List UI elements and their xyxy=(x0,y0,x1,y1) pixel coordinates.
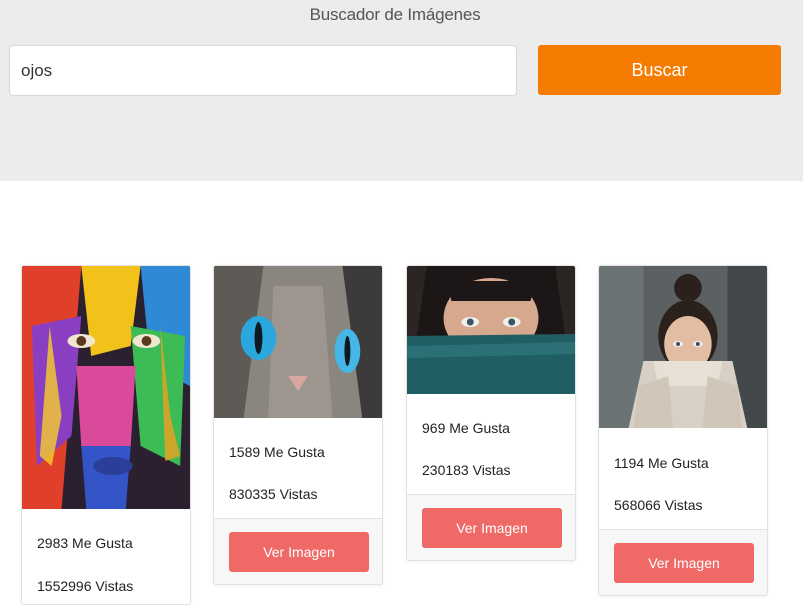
view-image-button[interactable]: Ver Imagen xyxy=(229,532,369,572)
views-count: 1552996 Vistas xyxy=(37,578,134,594)
colorful-painted-face-image xyxy=(22,266,190,509)
likes-count: 1194 Me Gusta xyxy=(614,455,709,471)
views-count: 230183 Vistas xyxy=(422,462,511,478)
search-button[interactable]: Buscar xyxy=(538,45,781,95)
likes-count: 1589 Me Gusta xyxy=(229,444,325,460)
search-input[interactable] xyxy=(9,45,517,96)
search-header: Buscador de Imágenes Buscar xyxy=(0,0,803,181)
card-footer: Ver Imagen xyxy=(214,518,382,584)
views-count: 568066 Vistas xyxy=(614,497,703,513)
app-title: Buscador de Imágenes xyxy=(309,5,481,24)
likes-count: 969 Me Gusta xyxy=(422,420,510,436)
views-count: 830335 Vistas xyxy=(229,486,318,502)
card-footer: Ver Imagen xyxy=(407,494,575,560)
image-card: 2983 Me Gusta 1552996 Vistas xyxy=(21,265,191,605)
woman-teal-scarf-image xyxy=(407,266,575,394)
woman-sweater-image xyxy=(599,266,767,428)
view-image-button[interactable]: Ver Imagen xyxy=(614,543,754,583)
cat-blue-eyes-image xyxy=(214,266,382,418)
image-card: 1589 Me Gusta 830335 Vistas Ver Imagen xyxy=(213,265,383,585)
view-image-button[interactable]: Ver Imagen xyxy=(422,508,562,548)
image-card: 1194 Me Gusta 568066 Vistas Ver Imagen xyxy=(598,265,768,596)
card-footer: Ver Imagen xyxy=(599,529,767,595)
likes-count: 2983 Me Gusta xyxy=(37,535,133,551)
image-card: 969 Me Gusta 230183 Vistas Ver Imagen xyxy=(406,265,576,561)
